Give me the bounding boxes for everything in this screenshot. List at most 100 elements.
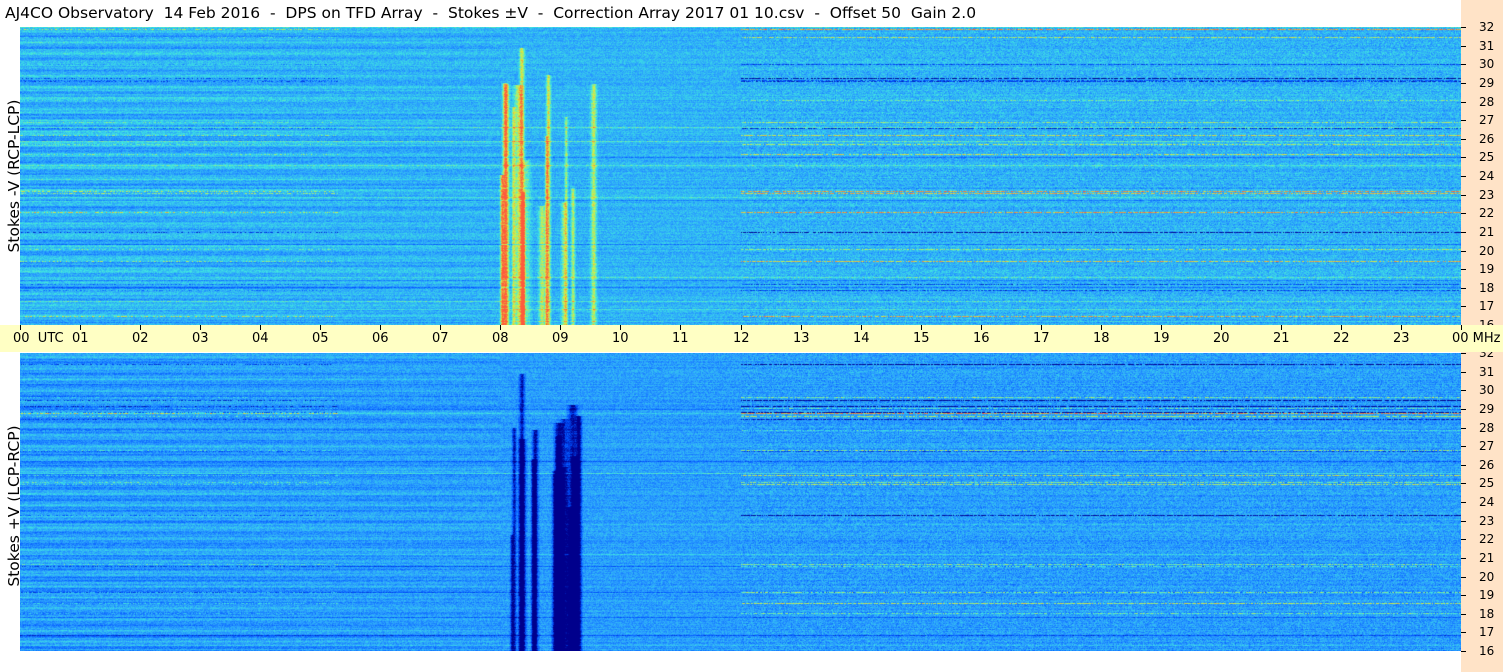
freq-tick <box>1461 306 1466 307</box>
freq-tick-label: 30 <box>1479 57 1495 71</box>
time-tick-label: 20 <box>1213 331 1230 346</box>
freq-tick <box>1461 269 1466 270</box>
freq-tick <box>1461 139 1466 140</box>
freq-tick <box>1461 502 1466 503</box>
freq-tick-label: 24 <box>1479 495 1495 509</box>
time-tick <box>140 325 141 330</box>
time-tick <box>1101 325 1102 330</box>
freq-tick-label: 22 <box>1479 206 1495 220</box>
time-tick <box>440 325 441 330</box>
freq-tick <box>1461 157 1466 158</box>
freq-tick <box>1461 372 1466 373</box>
time-tick <box>981 325 982 330</box>
time-axis: 00 MHz 00 UTC 01 02 03 04 05 06 07 08 09 10 11 12 13 1… <box>0 325 1503 352</box>
freq-tick-label: 25 <box>1479 476 1495 490</box>
freq-tick <box>1461 288 1466 289</box>
time-tick <box>560 325 561 330</box>
time-tick <box>1461 325 1462 330</box>
spectrogram-bottom-canvas <box>20 353 1461 651</box>
time-tick <box>1401 325 1402 330</box>
time-tick <box>80 325 81 330</box>
freq-tick <box>1461 27 1466 28</box>
freq-tick-label: 19 <box>1479 262 1495 276</box>
freq-tick <box>1461 614 1466 615</box>
spectrogram-bottom-panel <box>20 353 1461 651</box>
frequency-axis-top: 3231302928272625242322212019181716 <box>1461 0 1503 332</box>
time-tick-label: 11 <box>672 331 689 346</box>
time-tick <box>921 325 922 330</box>
freq-tick <box>1461 251 1466 252</box>
time-tick <box>380 325 381 330</box>
time-tick-label: 04 <box>252 331 269 346</box>
freq-tick <box>1461 539 1466 540</box>
time-tick-label: 17 <box>1033 331 1050 346</box>
time-tick <box>20 325 21 330</box>
time-tick-label: 02 <box>132 331 149 346</box>
time-tick <box>741 325 742 330</box>
time-tick <box>1341 325 1342 330</box>
time-tick <box>861 325 862 330</box>
freq-tick <box>1461 390 1466 391</box>
freq-tick <box>1461 409 1466 410</box>
spectrogram-top-panel <box>20 27 1461 325</box>
freq-tick <box>1461 102 1466 103</box>
freq-tick <box>1461 232 1466 233</box>
freq-tick-label: 31 <box>1479 365 1495 379</box>
freq-tick <box>1461 176 1466 177</box>
freq-tick-label: 16 <box>1479 644 1495 658</box>
freq-tick <box>1461 83 1466 84</box>
time-tick-label: 23 <box>1393 331 1410 346</box>
freq-tick-label: 32 <box>1479 20 1495 34</box>
time-tick-label: 07 <box>432 331 449 346</box>
freq-tick-label: 27 <box>1479 439 1495 453</box>
freq-tick <box>1461 64 1466 65</box>
time-tick <box>260 325 261 330</box>
time-tick-label: 15 <box>913 331 930 346</box>
time-tick <box>1041 325 1042 330</box>
time-tick <box>1281 325 1282 330</box>
time-tick <box>620 325 621 330</box>
freq-tick <box>1461 446 1466 447</box>
time-tick-label: 09 <box>552 331 569 346</box>
freq-tick-label: 31 <box>1479 39 1495 53</box>
time-tick-label: 00 UTC <box>13 331 64 346</box>
time-tick-label: 05 <box>312 331 329 346</box>
freq-tick-label: 28 <box>1479 421 1495 435</box>
freq-tick <box>1461 632 1466 633</box>
time-tick-label: 22 <box>1333 331 1350 346</box>
time-tick-label: 10 <box>612 331 629 346</box>
freq-tick-label: 21 <box>1479 225 1495 239</box>
time-tick-label: 16 <box>973 331 990 346</box>
time-tick-label: 18 <box>1093 331 1110 346</box>
time-tick <box>801 325 802 330</box>
freq-tick-label: 18 <box>1479 281 1495 295</box>
freq-tick <box>1461 213 1466 214</box>
time-tick-label: 06 <box>372 331 389 346</box>
freq-tick <box>1461 595 1466 596</box>
freq-tick-label: 30 <box>1479 383 1495 397</box>
freq-tick <box>1461 46 1466 47</box>
time-tick <box>200 325 201 330</box>
freq-tick-label: 17 <box>1479 625 1495 639</box>
freq-tick-label: 23 <box>1479 514 1495 528</box>
time-tick-label: 12 <box>733 331 750 346</box>
spectrogram-top-canvas <box>20 27 1461 325</box>
freq-tick <box>1461 577 1466 578</box>
freq-tick-label: 22 <box>1479 532 1495 546</box>
time-tick <box>500 325 501 330</box>
freq-tick-label: 20 <box>1479 570 1495 584</box>
time-tick-label: 03 <box>192 331 209 346</box>
freq-tick <box>1461 483 1466 484</box>
time-tick-label: 19 <box>1153 331 1170 346</box>
freq-tick <box>1461 465 1466 466</box>
freq-tick <box>1461 558 1466 559</box>
freq-tick-label: 17 <box>1479 299 1495 313</box>
chart-title: AJ4CO Observatory 14 Feb 2016 - DPS on T… <box>5 4 977 22</box>
frequency-axis-bottom: 32 31 30 29 28 27 26 25 24 23 22 21 20 19 18 17 16 <box>1461 346 1503 672</box>
freq-tick <box>1461 651 1466 652</box>
freq-tick-label: 29 <box>1479 76 1495 90</box>
freq-tick-label: 19 <box>1479 588 1495 602</box>
freq-tick-label: 24 <box>1479 169 1495 183</box>
time-tick <box>1161 325 1162 330</box>
time-tick <box>680 325 681 330</box>
